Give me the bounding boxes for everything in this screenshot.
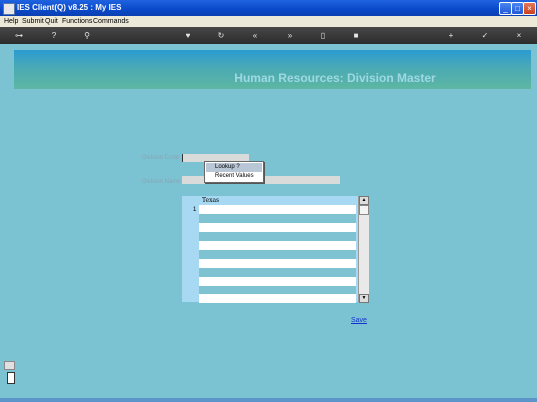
menu-submit[interactable]: Submit	[22, 16, 44, 27]
grid-header-label: Texas	[202, 197, 220, 204]
table-row[interactable]	[199, 214, 356, 223]
grid-header	[199, 196, 356, 205]
forward-icon[interactable]: »	[285, 31, 295, 41]
menu-bar: Help Submit Quit Functions Commands	[0, 16, 537, 27]
table-row[interactable]	[199, 250, 356, 259]
menu-help[interactable]: Help	[4, 16, 18, 27]
page-banner: Human Resources: Division Master	[14, 50, 531, 89]
table-row[interactable]	[199, 277, 356, 286]
table-row[interactable]	[199, 294, 356, 303]
refresh-icon[interactable]: ↻	[216, 31, 226, 41]
page-title: Human Resources: Division Master	[234, 71, 436, 85]
stop-icon[interactable]: ■	[351, 31, 361, 41]
text-cursor	[182, 154, 183, 162]
side-document-icon[interactable]	[7, 372, 15, 384]
add-icon[interactable]: +	[446, 31, 456, 41]
app-icon	[3, 3, 15, 15]
menu-commands[interactable]: Commands	[93, 16, 129, 27]
menu-item-recent-values[interactable]: Recent Values	[206, 172, 262, 181]
check-icon[interactable]: ✓	[480, 31, 490, 41]
heart-icon[interactable]: ♥	[183, 31, 193, 41]
table-row[interactable]	[199, 241, 356, 250]
save-link[interactable]: Save	[351, 316, 367, 325]
grid-row-number: 1	[193, 207, 197, 213]
grid-row-number-column	[182, 196, 199, 302]
side-toolbar-icon[interactable]	[4, 361, 15, 370]
rewind-icon[interactable]: «	[250, 31, 260, 41]
menu-functions[interactable]: Functions	[62, 16, 92, 27]
key-icon[interactable]: ⊶	[14, 31, 24, 41]
close-icon[interactable]: ×	[514, 31, 524, 41]
table-row[interactable]	[199, 259, 356, 268]
menu-quit[interactable]: Quit	[45, 16, 58, 27]
context-menu: Lookup ? Recent Values	[204, 161, 264, 183]
scroll-up-icon[interactable]: ▲	[359, 196, 369, 205]
division-name-label: Division Name	[142, 179, 181, 185]
table-row[interactable]	[199, 268, 356, 277]
table-row[interactable]	[199, 223, 356, 232]
scroll-thumb[interactable]	[359, 205, 369, 215]
document-icon[interactable]: ▯	[318, 31, 328, 41]
window-bottom-border	[0, 398, 537, 402]
division-code-label: Division Code	[142, 155, 180, 161]
table-row[interactable]	[199, 232, 356, 241]
search-icon[interactable]: ⚲	[82, 31, 92, 41]
menu-item-lookup[interactable]: Lookup ?	[206, 163, 262, 172]
scroll-down-icon[interactable]: ▼	[359, 294, 369, 303]
close-window-button[interactable]: ×	[523, 2, 536, 15]
table-row[interactable]	[199, 205, 356, 214]
toolbar	[0, 27, 537, 44]
help-icon[interactable]: ?	[49, 31, 59, 41]
window-title: IES Client(Q) v8.25 : My IES	[17, 3, 122, 12]
